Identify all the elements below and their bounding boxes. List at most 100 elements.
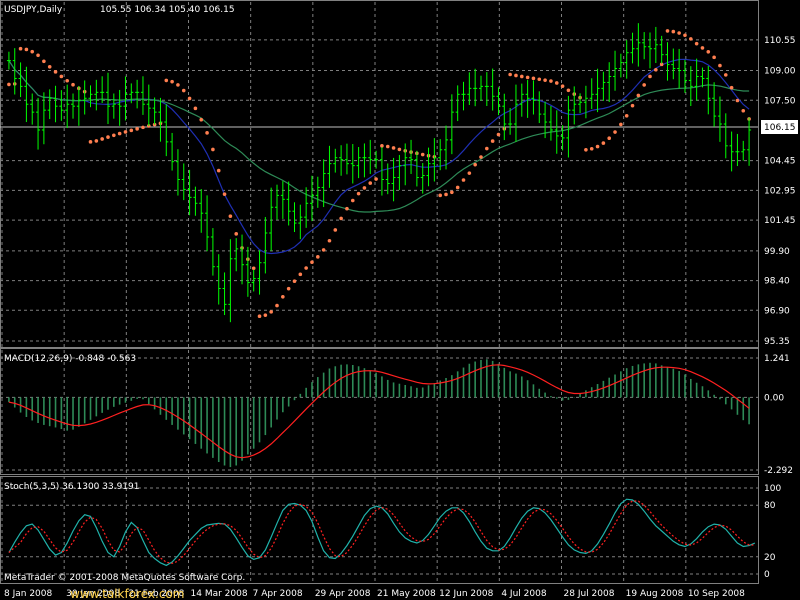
sar-dot <box>59 74 64 79</box>
y-tick-label: 104.45 <box>764 157 796 167</box>
chart-canvas: USDJPY,Daily 105.55 106.34 105.40 106.15… <box>0 0 800 600</box>
sar-dot <box>112 133 116 138</box>
sar-dot <box>613 130 617 134</box>
sar-dot <box>30 49 35 54</box>
sar-dot <box>170 79 174 84</box>
sar-dot <box>584 147 588 152</box>
sar-dot <box>36 53 40 58</box>
sar-dot <box>135 127 139 131</box>
sar-dot <box>467 171 472 175</box>
x-tick-label: 19 Aug 2008 <box>626 589 684 599</box>
sar-dot <box>356 191 361 196</box>
sar-dot <box>339 216 343 221</box>
sar-dot <box>374 177 378 181</box>
y-tick-label: 109.00 <box>764 67 796 77</box>
sar-dot <box>543 78 547 82</box>
y-tick-label: 100 <box>764 484 781 494</box>
macd-title: MACD(12,26,9) -0.848 -0.563 <box>4 354 136 364</box>
sar-dot <box>537 77 542 82</box>
sar-dot <box>181 88 186 93</box>
sar-dot <box>519 74 524 79</box>
y-tick-label: 99.90 <box>764 247 790 257</box>
sar-dot <box>263 313 268 317</box>
sar-dot <box>71 82 75 87</box>
sar-dot <box>18 46 23 51</box>
sar-dot <box>508 72 512 77</box>
sar-dot <box>619 122 623 127</box>
main-ohlc: 105.55 106.34 105.40 106.15 <box>100 5 235 15</box>
sar-dot <box>723 73 728 77</box>
sar-dot <box>531 76 536 81</box>
sar-dot <box>164 78 169 83</box>
sar-dot <box>286 286 291 291</box>
sar-dot <box>123 130 128 134</box>
sar-dot <box>689 37 693 41</box>
sar-dot <box>455 185 460 190</box>
y-tick-label: 102.95 <box>764 186 796 196</box>
y-tick-label: 1.241 <box>764 354 790 364</box>
sar-dot <box>729 85 734 90</box>
sar-dot <box>677 31 681 35</box>
sar-dot <box>251 266 256 271</box>
x-tick-label: 12 Jun 2008 <box>439 589 493 599</box>
sar-dot <box>665 29 670 33</box>
sar-dot <box>205 131 209 135</box>
sar-dot <box>327 238 332 243</box>
sar-dot <box>333 228 338 232</box>
sar-dot <box>712 55 716 60</box>
copyright-text: MetaTrader © 2001-2008 MetaQuotes Softwa… <box>4 573 245 583</box>
sar-dot <box>304 266 308 270</box>
sar-dot <box>554 81 559 85</box>
sar-dot <box>397 147 402 152</box>
sar-dot <box>129 128 134 133</box>
y-tick-label: 101.45 <box>764 216 796 226</box>
sar-dot <box>566 88 571 93</box>
sar-dot <box>310 260 314 265</box>
sar-dot <box>636 93 641 98</box>
x-tick-label: 29 Apr 2008 <box>315 589 371 599</box>
sar-dot <box>100 137 104 141</box>
sar-dot <box>193 106 198 111</box>
x-tick-label: 21 May 2008 <box>377 589 436 599</box>
sar-dot <box>106 135 110 139</box>
sar-dot <box>42 59 46 64</box>
sar-dot <box>589 146 594 151</box>
sar-dot <box>490 139 495 143</box>
sar-dot <box>65 78 69 83</box>
sar-dot <box>350 198 355 203</box>
sar-dot <box>199 117 204 122</box>
sar-dot <box>275 303 279 308</box>
sar-dot <box>298 272 303 277</box>
sar-dot <box>525 75 530 80</box>
sar-dot <box>222 192 227 196</box>
sar-dot <box>607 136 612 141</box>
main-title: USDJPY,Daily <box>4 5 63 15</box>
sar-dot <box>420 152 425 157</box>
sar-dot <box>683 33 687 38</box>
sar-dot <box>385 144 390 149</box>
sar-dot <box>671 29 676 34</box>
sar-dot <box>735 98 740 103</box>
y-tick-label: -2.292 <box>764 466 793 476</box>
sar-dot <box>234 232 239 236</box>
sar-dot <box>624 113 629 118</box>
y-tick-label: 20 <box>764 553 776 563</box>
y-tick-label: 95.35 <box>764 337 790 347</box>
sar-dot <box>549 79 553 83</box>
sar-dot <box>560 84 565 88</box>
sar-dot <box>94 139 99 143</box>
sar-dot <box>595 144 600 149</box>
sar-dot <box>362 186 367 190</box>
x-tick-label: 10 Sep 2008 <box>688 589 745 599</box>
y-tick-label: 107.50 <box>764 96 796 106</box>
y-tick-label: 80 <box>764 501 776 511</box>
sar-dot <box>321 248 326 252</box>
x-tick-label: 8 Jan 2008 <box>4 589 52 599</box>
sar-dot <box>479 155 483 159</box>
y-tick-label: 110.55 <box>764 36 796 46</box>
sar-dot <box>257 314 262 319</box>
sar-dot <box>380 144 384 148</box>
x-tick-label: 4 Jul 2008 <box>501 589 546 599</box>
stoch-title: Stoch(5,3,5) 36.1300 33.9191 <box>4 482 139 492</box>
sar-dot <box>24 47 29 52</box>
